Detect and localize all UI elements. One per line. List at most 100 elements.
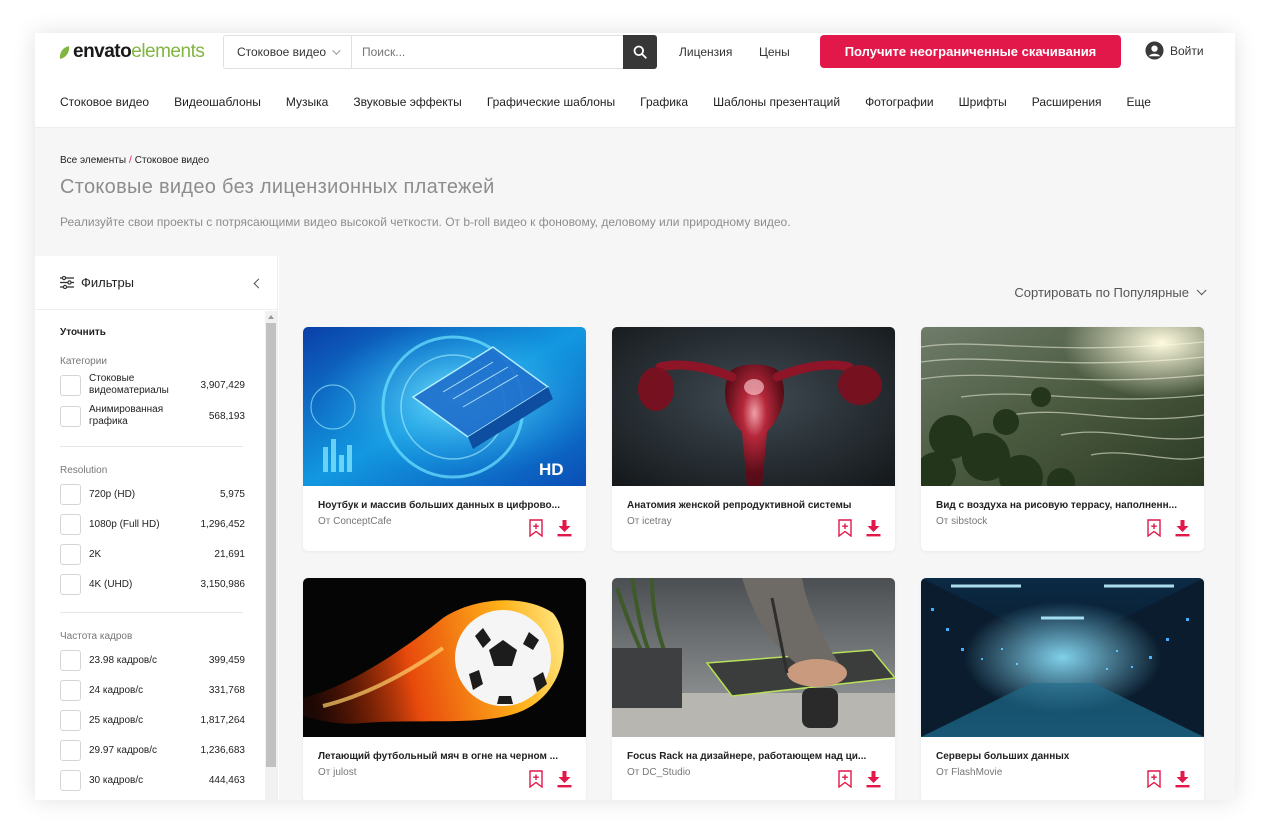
filter-framerate-25[interactable]: 25 кадров/с 1,817,264	[60, 710, 245, 731]
filter-resolution-720p[interactable]: 720p (HD) 5,975	[60, 484, 245, 505]
search-button[interactable]	[623, 35, 657, 69]
breadcrumb-all-items[interactable]: Все элементы	[60, 155, 126, 166]
video-card[interactable]: Анатомия женской репродуктивной системы …	[612, 327, 895, 551]
sort-dropdown[interactable]: Сортировать по Популярные	[1014, 285, 1207, 300]
checkbox[interactable]	[60, 680, 81, 701]
nav-item-graphics[interactable]: Графика	[640, 95, 688, 109]
checkbox[interactable]	[60, 770, 81, 791]
bookmark-add-icon[interactable]	[529, 770, 543, 788]
results-area: Сортировать по Популярные HD Ноутбук и м…	[279, 256, 1235, 800]
sort-label: Сортировать по Популярные	[1014, 285, 1189, 300]
video-author[interactable]: От DC_Studio	[627, 767, 691, 778]
page-title: Стоковые видео без лицензионных платежей	[60, 176, 495, 198]
nav-item-stock-video[interactable]: Стоковое видео	[60, 95, 149, 109]
nav-item-graphic-templates[interactable]: Графические шаблоны	[487, 95, 615, 109]
video-card[interactable]: HD Ноутбук и массив больших данных в циф…	[303, 327, 586, 551]
bookmark-add-icon[interactable]	[1147, 519, 1161, 537]
checkbox[interactable]	[60, 574, 81, 595]
video-author[interactable]: От julost	[318, 767, 356, 778]
divider	[60, 612, 243, 613]
sidebar-scrollbar[interactable]	[265, 311, 277, 800]
video-title[interactable]: Focus Rack на дизайнере, работающем над …	[627, 751, 877, 762]
nav-item-fonts[interactable]: Шрифты	[959, 95, 1007, 109]
video-thumbnail[interactable]	[612, 578, 895, 737]
filter-category-motion-graphics[interactable]: Анимированная графика 568,193	[60, 404, 245, 428]
video-card[interactable]: Серверы больших данных От FlashMovie	[921, 578, 1204, 800]
categories-section-label: Категории	[60, 356, 107, 367]
filter-label: 23.98 кадров/с	[89, 654, 158, 666]
download-icon[interactable]	[866, 771, 881, 788]
cta-label: Получите неограниченные скачивания	[844, 44, 1097, 59]
filter-resolution-4k[interactable]: 4K (UHD) 3,150,986	[60, 574, 245, 595]
download-icon[interactable]	[1175, 520, 1190, 537]
bookmark-add-icon[interactable]	[529, 519, 543, 537]
scrollbar-thumb[interactable]	[266, 323, 276, 767]
checkbox[interactable]	[60, 514, 81, 535]
filter-label: 4K (UHD)	[89, 578, 133, 590]
filter-category-stock-footage[interactable]: Стоковые видеоматериалы 3,907,429	[60, 373, 245, 397]
search-icon	[633, 45, 647, 59]
filter-count: 21,691	[214, 549, 245, 560]
scroll-up-arrow-icon[interactable]	[268, 315, 274, 319]
video-thumbnail[interactable]	[921, 578, 1204, 737]
video-author[interactable]: От FlashMovie	[936, 767, 1002, 778]
filter-framerate-30[interactable]: 30 кадров/с 444,463	[60, 770, 245, 791]
nav-item-video-templates[interactable]: Видеошаблоны	[174, 95, 261, 109]
nav-item-sound-effects[interactable]: Звуковые эффекты	[353, 95, 461, 109]
envato-logo[interactable]: envato elements	[58, 41, 205, 63]
filter-framerate-23-98[interactable]: 23.98 кадров/с 399,459	[60, 650, 245, 671]
checkbox[interactable]	[60, 405, 81, 427]
filter-framerate-29-97[interactable]: 29.97 кадров/с 1,236,683	[60, 740, 245, 761]
video-title[interactable]: Серверы больших данных	[936, 751, 1186, 762]
download-icon[interactable]	[557, 771, 572, 788]
nav-item-music[interactable]: Музыка	[286, 95, 328, 109]
checkbox[interactable]	[60, 650, 81, 671]
video-thumbnail[interactable]	[612, 327, 895, 486]
license-link[interactable]: Лицензия	[679, 45, 732, 59]
video-card[interactable]: Focus Rack на дизайнере, работающем над …	[612, 578, 895, 800]
search-category-dropdown[interactable]: Стоковое видео	[224, 36, 352, 68]
video-thumbnail[interactable]	[921, 327, 1204, 486]
leaf-icon	[58, 45, 71, 59]
filter-label: 1080p (Full HD)	[89, 518, 160, 530]
bookmark-add-icon[interactable]	[1147, 770, 1161, 788]
video-title[interactable]: Летающий футбольный мяч в огне на черном…	[318, 751, 568, 762]
download-icon[interactable]	[557, 520, 572, 537]
filter-label: 720p (HD)	[89, 488, 136, 500]
prices-link[interactable]: Цены	[759, 45, 790, 59]
download-icon[interactable]	[866, 520, 881, 537]
video-card[interactable]: Вид с воздуха на рисовую террасу, наполн…	[921, 327, 1204, 551]
login-button[interactable]: Войти	[1145, 41, 1204, 60]
video-author[interactable]: От icetray	[627, 516, 672, 527]
filter-resolution-1080p[interactable]: 1080p (Full HD) 1,296,452	[60, 514, 245, 535]
nav-item-extensions[interactable]: Расширения	[1032, 95, 1102, 109]
login-label: Войти	[1170, 43, 1204, 58]
filter-label: 30 кадров/с	[89, 774, 144, 786]
checkbox[interactable]	[60, 374, 81, 396]
video-author[interactable]: От ConceptCafe	[318, 516, 392, 527]
bookmark-add-icon[interactable]	[838, 770, 852, 788]
checkbox[interactable]	[60, 710, 81, 731]
checkbox[interactable]	[60, 544, 81, 565]
video-title[interactable]: Вид с воздуха на рисовую террасу, наполн…	[936, 500, 1186, 511]
video-thumbnail[interactable]: HD	[303, 327, 586, 486]
filter-resolution-2k[interactable]: 2K 21,691	[60, 544, 245, 565]
hd-badge: HD	[539, 460, 564, 479]
filter-label: 29.97 кадров/с	[89, 744, 158, 756]
video-title[interactable]: Анатомия женской репродуктивной системы	[627, 500, 877, 511]
filter-framerate-24[interactable]: 24 кадров/с 331,768	[60, 680, 245, 701]
download-icon[interactable]	[1175, 771, 1190, 788]
checkbox[interactable]	[60, 484, 81, 505]
search-input[interactable]	[352, 36, 623, 68]
collapse-filters-button[interactable]	[248, 273, 268, 293]
nav-item-more[interactable]: Еще	[1127, 95, 1151, 109]
video-thumbnail[interactable]	[303, 578, 586, 737]
video-title[interactable]: Ноутбук и массив больших данных в цифров…	[318, 500, 568, 511]
nav-item-presentation-templates[interactable]: Шаблоны презентаций	[713, 95, 840, 109]
unlimited-downloads-button[interactable]: Получите неограниченные скачивания	[820, 35, 1121, 68]
bookmark-add-icon[interactable]	[838, 519, 852, 537]
video-author[interactable]: От sibstock	[936, 516, 987, 527]
nav-item-photos[interactable]: Фотографии	[865, 95, 934, 109]
checkbox[interactable]	[60, 740, 81, 761]
video-card[interactable]: Летающий футбольный мяч в огне на черном…	[303, 578, 586, 800]
